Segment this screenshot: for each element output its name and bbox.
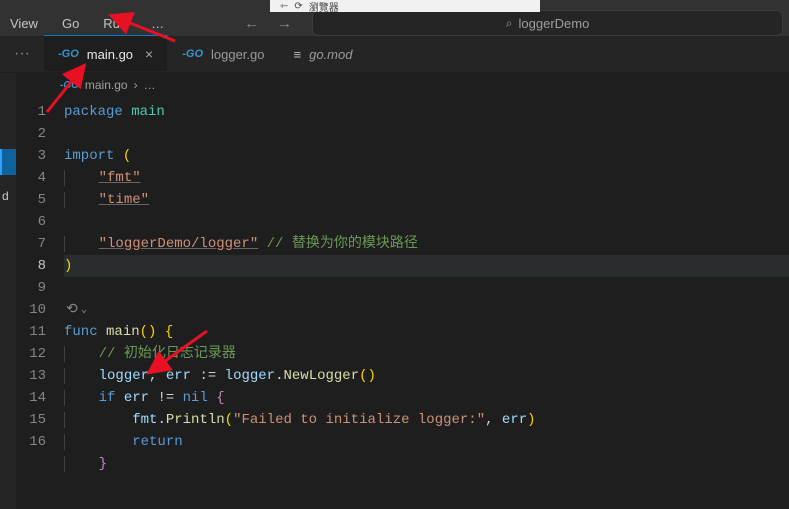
nav-back-icon[interactable]: ← [244, 15, 259, 32]
code-line[interactable]: ) [64, 255, 789, 277]
line-number: 1 [0, 101, 46, 123]
tab-logger-go[interactable]: -GO logger.go [168, 36, 279, 72]
menu-view[interactable]: View [0, 12, 48, 35]
external-window-fragment: ⇽ ⟳ 瀏覽器 [270, 0, 540, 12]
line-number: 5 [0, 189, 46, 211]
line-number: 11 [0, 321, 46, 343]
mini-reload-icon: ⟳ [294, 1, 302, 12]
code-line[interactable]: import ( [64, 145, 789, 167]
chevron-right-icon: › [134, 78, 138, 92]
chevron-down-icon[interactable]: ⌄ [81, 299, 88, 321]
code-line[interactable]: if err != nil { [64, 387, 789, 409]
code-line[interactable]: func main() { [64, 321, 789, 343]
line-number: 3 [0, 145, 46, 167]
line-number: 15 [0, 409, 46, 431]
codelens-run-icon[interactable]: ⟲ [66, 299, 78, 321]
menu-run[interactable]: Run [93, 12, 137, 35]
code-line[interactable]: fmt.Println("Failed to initialize logger… [64, 409, 789, 431]
code-line[interactable]: "time" [64, 189, 789, 211]
line-number: 14 [0, 387, 46, 409]
code-line[interactable]: package main [64, 101, 789, 123]
external-text: 瀏覽器 [309, 0, 339, 14]
code-line[interactable]: logger, err := logger.NewLogger() [64, 365, 789, 387]
line-number: 2 [0, 123, 46, 145]
breadcrumb-more: … [144, 78, 156, 92]
code-content[interactable]: package main import ( "fmt" "time" "logge… [64, 101, 789, 475]
line-number: 16 [0, 431, 46, 453]
code-line[interactable]: return [64, 431, 789, 453]
nav-controls: ← → [244, 15, 292, 32]
tab-go-mod[interactable]: ≡ go.mod [280, 36, 368, 72]
nav-forward-icon[interactable]: → [277, 15, 292, 32]
mini-arrow-icon: ⇽ [280, 1, 288, 12]
code-line[interactable] [64, 123, 789, 145]
tab-label: logger.go [211, 47, 265, 62]
command-center-search[interactable]: ⌕ loggerDemo [312, 10, 783, 36]
tab-label: go.mod [309, 47, 352, 62]
code-line[interactable]: "loggerDemo/logger" // 替换为你的模块路径 [64, 233, 789, 255]
line-number: 8 [0, 255, 46, 277]
go-file-icon: -GO [182, 48, 203, 60]
line-number: 9 [0, 277, 46, 299]
code-line[interactable]: "fmt" [64, 167, 789, 189]
menu-bar: View Go Run … [0, 12, 174, 35]
line-number-gutter: 12345678910111213141516 [0, 101, 64, 475]
breadcrumb-file: main.go [85, 78, 128, 92]
tab-label: main.go [87, 47, 133, 62]
menu-more[interactable]: … [141, 12, 174, 35]
code-editor[interactable]: 12345678910111213141516 package mainimpo… [0, 97, 789, 475]
code-line[interactable]: // 初始化日志记录器 [64, 343, 789, 365]
menu-go[interactable]: Go [52, 12, 89, 35]
line-number: 7 [0, 233, 46, 255]
gomod-file-icon: ≡ [294, 47, 302, 62]
breadcrumb[interactable]: -GO main.go › … [0, 73, 789, 97]
tabs-overflow-icon[interactable]: ··· [0, 36, 44, 72]
go-file-icon: -GO [60, 80, 79, 91]
tab-main-go[interactable]: -GO main.go × [44, 35, 168, 71]
go-file-icon: -GO [58, 48, 79, 60]
line-number: 6 [0, 211, 46, 233]
line-number: 4 [0, 167, 46, 189]
code-line[interactable] [64, 211, 789, 233]
search-icon: ⌕ [506, 16, 513, 31]
search-value: loggerDemo [519, 16, 590, 31]
editor-tabs: ··· -GO main.go × -GO logger.go ≡ go.mod [0, 36, 789, 73]
line-number: 10 [0, 299, 46, 321]
line-number: 13 [0, 365, 46, 387]
code-line[interactable]: ⟲⌄ [64, 299, 789, 321]
close-icon[interactable]: × [145, 46, 153, 62]
code-line[interactable]: } [64, 453, 789, 475]
line-number: 12 [0, 343, 46, 365]
code-line[interactable] [64, 277, 789, 299]
